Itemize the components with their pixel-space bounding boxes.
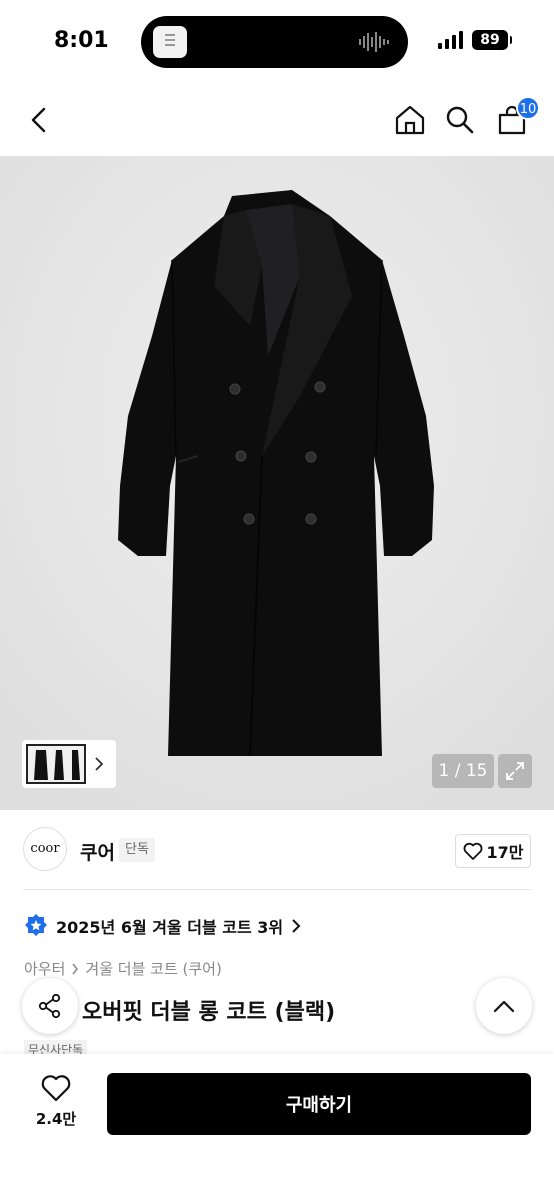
- buy-button[interactable]: 구매하기: [107, 1073, 531, 1135]
- home-button[interactable]: [390, 100, 430, 140]
- back-button[interactable]: [20, 100, 60, 140]
- heart-icon: [41, 1075, 71, 1102]
- product-image-gallery[interactable]: 1 / 15: [0, 156, 554, 810]
- dynamic-island: [141, 16, 408, 68]
- thumbnail-coats: [34, 750, 80, 780]
- expand-image-button[interactable]: [498, 754, 532, 788]
- breadcrumb: 아우터 겨울 더블 코트 (쿠어): [24, 958, 222, 979]
- brand-row: coor 쿠어 단독 17만: [0, 810, 554, 890]
- brand-logo[interactable]: coor: [23, 827, 67, 871]
- product-photo-coat: [0, 156, 554, 810]
- status-time: 8:01: [54, 28, 109, 53]
- battery-indicator: 89: [472, 30, 512, 50]
- status-indicators: 89: [438, 30, 512, 50]
- home-icon: [395, 105, 425, 135]
- cart-count-badge: 10: [516, 96, 540, 120]
- status-bar: 8:01 89: [0, 0, 554, 84]
- breadcrumb-subcategory[interactable]: 겨울 더블 코트 (쿠어): [85, 958, 221, 979]
- audio-wave-icon: [359, 32, 389, 52]
- search-icon: [446, 106, 474, 134]
- brand-like-count: 17만: [486, 843, 524, 862]
- search-button[interactable]: [440, 100, 480, 140]
- chevron-up-icon: [493, 1000, 515, 1013]
- share-button[interactable]: [22, 978, 78, 1034]
- cellular-signal-icon: [438, 31, 463, 49]
- wishlist-count: 2.4만: [35, 1110, 77, 1128]
- heart-icon: [463, 842, 482, 860]
- thumbnail-image[interactable]: [26, 744, 86, 784]
- ranking-link[interactable]: 2025년 6월 겨울 더블 코트 3위: [24, 912, 301, 940]
- share-icon: [38, 993, 61, 1019]
- chevron-right-icon: [292, 919, 301, 933]
- chevron-left-icon: [31, 107, 46, 133]
- expand-icon: [506, 762, 524, 780]
- chevron-right-icon: [72, 963, 79, 974]
- product-title-text: 오버핏 더블 롱 코트 (블랙): [82, 1000, 336, 1025]
- chevron-right-icon: [95, 757, 104, 771]
- ranking-text: 2025년 6월 겨울 더블 코트 3위: [56, 918, 284, 937]
- thumbnail-strip[interactable]: [22, 740, 116, 788]
- brand-name[interactable]: 쿠어: [80, 838, 115, 865]
- scroll-to-top-button[interactable]: [476, 978, 532, 1034]
- breadcrumb-category[interactable]: 아우터: [24, 958, 65, 979]
- now-playing-app-icon: [153, 26, 187, 58]
- divider: [23, 889, 531, 890]
- exclusive-tag: 단독: [119, 838, 155, 862]
- image-page-counter: 1 / 15: [432, 754, 494, 788]
- brand-like-button[interactable]: 17만: [455, 834, 531, 868]
- cart-button[interactable]: 10: [492, 96, 540, 140]
- wishlist-button[interactable]: 2.4만: [26, 1074, 86, 1129]
- top-nav: 10: [0, 84, 554, 156]
- bottom-purchase-bar: 2.4만 구매하기: [0, 1054, 554, 1200]
- ranking-badge-icon: [25, 914, 47, 936]
